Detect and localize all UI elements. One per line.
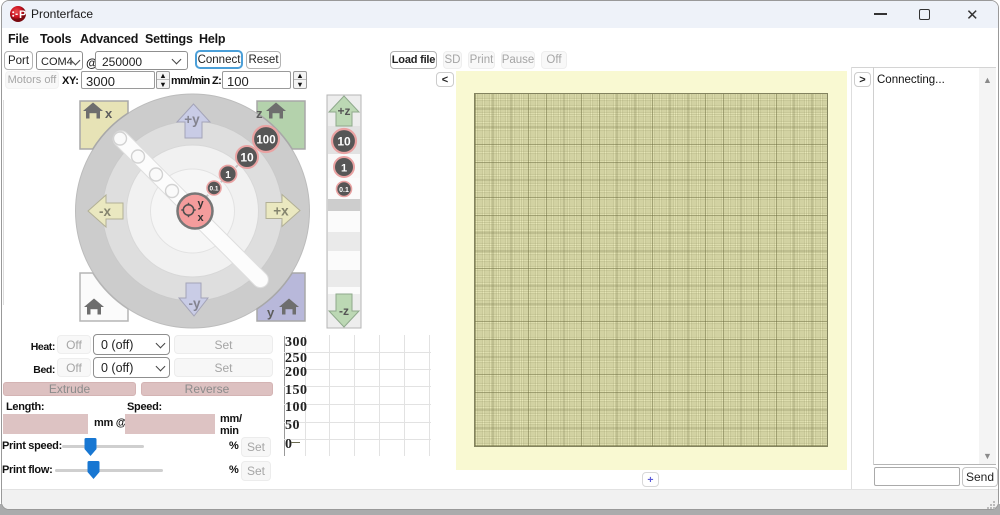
svg-text:10: 10	[240, 151, 254, 165]
svg-text:P: P	[19, 9, 26, 21]
svg-text:y: y	[267, 305, 275, 320]
svg-text:z: z	[256, 106, 263, 121]
svg-text:100: 100	[256, 135, 275, 147]
svg-text:0.1: 0.1	[209, 186, 218, 193]
svg-text:0.1: 0.1	[339, 187, 349, 194]
svg-text:+x: +x	[273, 204, 289, 219]
svg-text:1: 1	[341, 163, 347, 175]
svg-text:-y: -y	[188, 296, 200, 311]
svg-text:+y: +y	[184, 112, 200, 127]
svg-text:y: y	[198, 198, 205, 210]
svg-text:+z: +z	[337, 104, 350, 118]
svg-text:-z: -z	[339, 304, 349, 318]
svg-text:x: x	[198, 212, 205, 224]
svg-text:10: 10	[337, 135, 351, 149]
svg-text:1: 1	[225, 170, 231, 181]
svg-text:x: x	[105, 106, 113, 121]
svg-text:-x: -x	[99, 204, 111, 219]
